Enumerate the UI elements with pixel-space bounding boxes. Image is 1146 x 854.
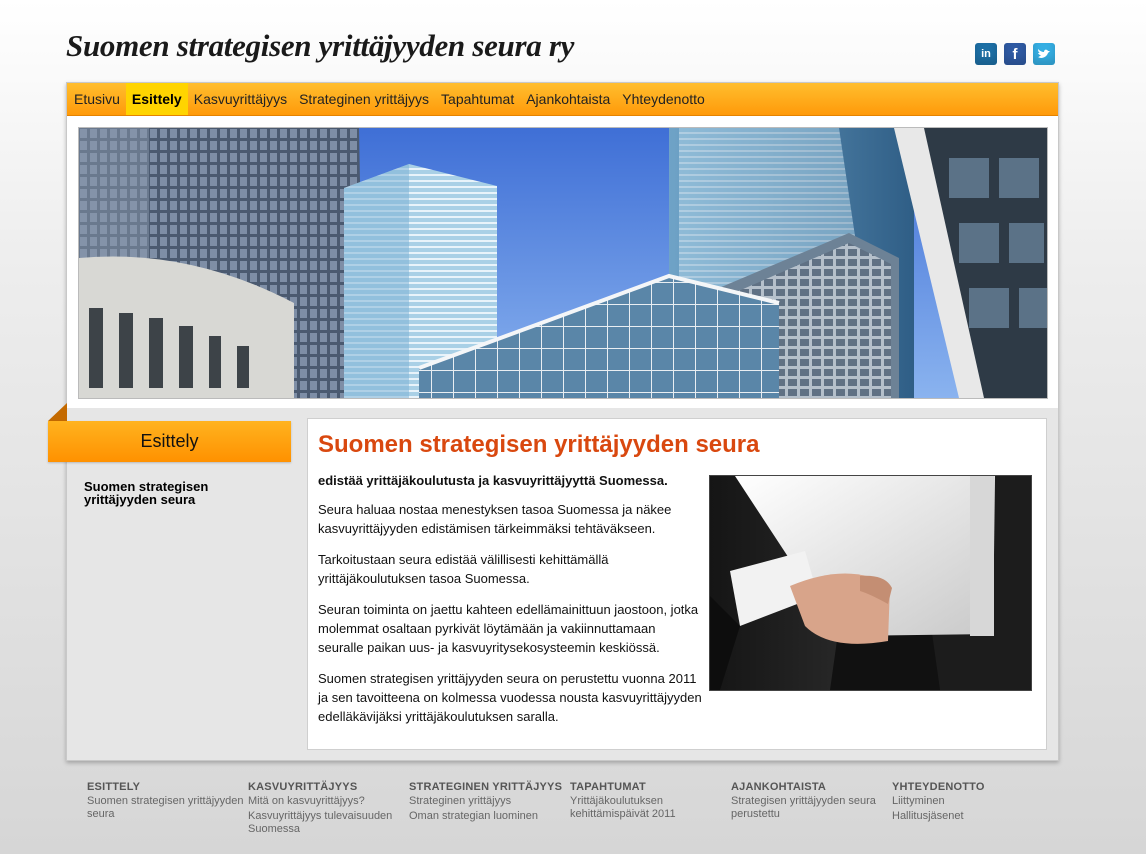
site-title: Suomen strategisen yrittäjyyden seura ry (66, 28, 575, 63)
footer-link[interactable]: Liittyminen (892, 795, 1052, 808)
page-title: Suomen strategisen yrittäjyyden seura (318, 431, 760, 458)
sidebar-heading: Esittely (48, 421, 291, 462)
nav-item-ajankohtaista[interactable]: Ajankohtaista (520, 83, 616, 115)
twitter-icon[interactable] (1033, 43, 1055, 65)
sidebar-fold (48, 403, 67, 421)
footer-link[interactable]: Kasvuyrittäjyys tulevaisuuden Suomessa (248, 810, 408, 836)
paragraph: Suomen strategisen yrittäjyyden seura on… (318, 671, 702, 724)
footer-heading: AJANKOHTAISTA (731, 781, 827, 793)
footer-link[interactable]: Oman strategian luominen (409, 810, 569, 823)
sidebar-link-seura[interactable]: Suomen strategisen yrittäjyyden seura (84, 480, 244, 506)
footer-heading: TAPAHTUMAT (570, 781, 646, 793)
hero-section (67, 116, 1058, 408)
footer-col-ajankohtaista: AJANKOHTAISTA Strategisen yrittäjyyden s… (731, 781, 891, 823)
footer-link[interactable]: Strateginen yrittäjyys (409, 795, 569, 808)
linkedin-icon[interactable]: in (975, 43, 997, 65)
lead-paragraph: edistää yrittäjäkoulutusta ja kasvuyritt… (318, 473, 668, 488)
nav-item-strateginen-yrittajyys[interactable]: Strateginen yrittäjyys (293, 83, 435, 115)
paragraph: Seura haluaa nostaa menestyksen tasoa Su… (318, 502, 672, 536)
nav-item-yhteydenotto[interactable]: Yhteydenotto (616, 83, 711, 115)
social-links: in f (975, 43, 1055, 65)
hero-image (78, 127, 1048, 399)
footer-col-strateginen: STRATEGINEN YRITTÄJYYS Strateginen yritt… (409, 781, 569, 825)
nav-item-tapahtumat[interactable]: Tapahtumat (435, 83, 520, 115)
footer-heading: ESITTELY (87, 781, 141, 793)
footer-link[interactable]: Hallitusjäsenet (892, 810, 1052, 823)
footer-col-kasvuyrittajyys: KASVUYRITTÄJYYS Mitä on kasvuyrittäjyys?… (248, 781, 408, 838)
footer-heading: YHTEYDENOTTO (892, 781, 985, 793)
nav-item-esittely[interactable]: Esittely (125, 83, 188, 115)
main-nav: Etusivu Esittely Kasvuyrittäjyys Strateg… (67, 83, 1058, 116)
main-content: Suomen strategisen yrittäjyyden seura ed… (307, 418, 1047, 750)
footer-heading: KASVUYRITTÄJYYS (248, 781, 358, 793)
footer-link[interactable]: Mitä on kasvuyrittäjyys? (248, 795, 408, 808)
nav-item-kasvuyrittajyys[interactable]: Kasvuyrittäjyys (188, 83, 293, 115)
paragraph: Seuran toiminta on jaettu kahteen edellä… (318, 602, 699, 655)
footer-link[interactable]: Strategisen yrittäjyyden seura perustett… (731, 795, 891, 821)
footer-col-yhteydenotto: YHTEYDENOTTO Liittyminen Hallitusjäsenet (892, 781, 1052, 825)
paragraph: Tarkoitustaan seura edistää välillisesti… (318, 552, 609, 586)
footer-col-esittely: ESITTELY Suomen strategisen yrittäjyyden… (87, 781, 247, 823)
footer-col-tapahtumat: TAPAHTUMAT Yrittäjäkoulutuksen kehittämi… (570, 781, 730, 823)
laptop-photo (709, 475, 1032, 691)
footer-heading: STRATEGINEN YRITTÄJYYS (409, 781, 563, 793)
nav-item-etusivu[interactable]: Etusivu (68, 83, 126, 115)
footer-link[interactable]: Suomen strategisen yrittäjyyden seura (87, 795, 247, 821)
facebook-icon[interactable]: f (1004, 43, 1026, 65)
footer-link[interactable]: Yrittäjäkoulutuksen kehittämispäivät 201… (570, 795, 730, 821)
page-frame: Etusivu Esittely Kasvuyrittäjyys Strateg… (48, 82, 1059, 761)
article-text: edistää yrittäjäkoulutusta ja kasvuyritt… (318, 471, 703, 738)
